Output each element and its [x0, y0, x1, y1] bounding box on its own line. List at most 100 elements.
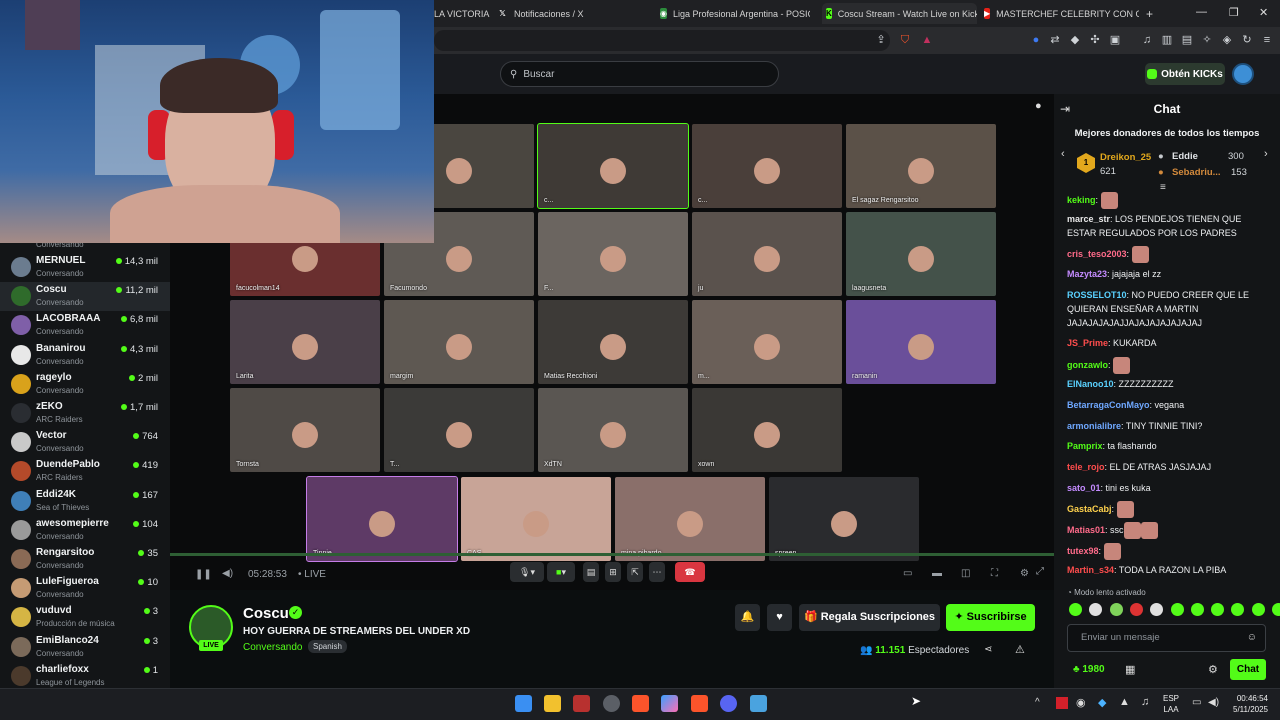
masterchef-app-icon[interactable] [573, 695, 590, 712]
present-button[interactable]: ⇱ [627, 562, 643, 582]
call-participant-tile[interactable]: El sagaz Rengarsitoo [846, 124, 996, 208]
chevron-up-icon[interactable]: ^ [1035, 697, 1040, 708]
screenshot-icon[interactable]: ▣ [1108, 33, 1122, 47]
tray-app-icon[interactable] [1056, 697, 1068, 709]
brave-shield-icon[interactable]: ⛉ [898, 33, 912, 47]
tray-nvidia-icon[interactable]: ▲ [1119, 696, 1130, 708]
more-options-button[interactable]: ⋯ [649, 562, 665, 582]
report-icon[interactable]: ⚠ [1015, 643, 1025, 656]
quick-emote-icon[interactable] [1170, 603, 1184, 616]
sidebar-channel[interactable]: LuleFigueroa Conversando 10 [0, 574, 170, 603]
music-icon[interactable]: ♫ [1140, 33, 1154, 47]
language-tag[interactable]: Spanish [308, 640, 347, 653]
tray-mic-icon[interactable]: ♫ [1141, 696, 1149, 708]
puzzle-icon[interactable]: ✣ [1088, 33, 1102, 47]
quick-emote-icon[interactable] [1251, 603, 1265, 616]
call-participant-tile[interactable]: ju [692, 212, 842, 296]
chat-bubble-icon[interactable]: ● [1035, 100, 1042, 112]
chat-username[interactable]: gonzawlo [1067, 360, 1108, 370]
network-icon[interactable]: ▭ [1192, 697, 1201, 708]
sync-icon[interactable]: ↻ [1240, 33, 1254, 47]
chat-message-input[interactable]: Enviar un mensaje ☺ [1067, 624, 1266, 652]
close-icon[interactable]: ✕ [1259, 6, 1268, 19]
chat-username[interactable]: ROSSELOT10 [1067, 290, 1127, 300]
quick-emote-icon[interactable] [1069, 603, 1082, 616]
extension-diamond-icon[interactable]: ◆ [1068, 33, 1082, 47]
donor-name[interactable]: Eddie [1172, 151, 1198, 162]
chat-username[interactable]: tutex98 [1067, 546, 1099, 556]
tab-coscu-stream[interactable]: K Coscu Stream - Watch Live on Kick [822, 3, 977, 24]
sidebar-channel[interactable]: Bananirou Conversando 4,3 mil [0, 341, 170, 370]
chat-username[interactable]: Matias01 [1067, 525, 1105, 535]
call-participant-tile[interactable]: mina pibardo [615, 477, 765, 561]
volume-tray-icon[interactable]: ◀) [1208, 697, 1219, 708]
chat-username[interactable]: keking [1067, 195, 1096, 205]
notepad-icon[interactable] [750, 695, 767, 712]
brave-browser-icon[interactable] [632, 695, 649, 712]
sidebar-channel[interactable]: Vector Conversando 764 [0, 428, 170, 457]
get-kicks-button[interactable]: Obtén KICKs [1145, 63, 1225, 85]
sidebar-channel[interactable]: DuendePablo ARC Raiders 419 [0, 457, 170, 486]
call-participant-tile[interactable]: CAS [461, 477, 611, 561]
sidebar-channel[interactable]: LACOBRAAA Conversando 6,8 mil [0, 311, 170, 340]
chat-send-button[interactable]: Chat [1230, 659, 1266, 680]
brave-browser-2-icon[interactable] [691, 695, 708, 712]
captions-button[interactable]: ▤ [583, 562, 599, 582]
sidebar-channel[interactable]: EmiBlanco24 Conversando 3 [0, 633, 170, 662]
search-input[interactable]: ⚲ Buscar [500, 61, 779, 87]
tray-app2-icon[interactable]: ◆ [1098, 696, 1106, 709]
streamer-name[interactable]: Coscu [243, 605, 289, 622]
channel-points[interactable]: ♣ 1980 [1073, 664, 1105, 675]
sidebar-channel[interactable]: vuduvd Producción de música 3 [0, 603, 170, 632]
chevron-left-icon[interactable]: ‹ [1061, 148, 1065, 160]
call-participant-tile[interactable]: spreen [769, 477, 919, 561]
call-participant-tile[interactable]: c... [537, 123, 689, 209]
sidebar-channel[interactable]: MERNUEL Conversando 14,3 mil [0, 253, 170, 282]
quick-emote-icon[interactable] [1211, 603, 1225, 616]
emoji-picker-icon[interactable]: ☺ [1247, 625, 1257, 651]
call-participant-tile[interactable]: ramanin [846, 300, 996, 384]
chat-username[interactable]: marce_str [1067, 214, 1110, 224]
extension-blue-icon[interactable]: ● [1029, 33, 1043, 47]
chat-username[interactable]: ElNanoo10 [1067, 379, 1114, 389]
system-clock[interactable]: 00:46:54 5/11/2025 [1226, 693, 1268, 715]
chat-username[interactable]: BetarragaConMayo [1067, 400, 1150, 410]
sidebar-channel[interactable]: Rengarsitoo Conversando 35 [0, 545, 170, 574]
sidebar-channel[interactable]: rageylo Conversando 2 mil [0, 370, 170, 399]
volume-icon[interactable]: ◀) [222, 568, 233, 579]
chat-username[interactable]: Martin_s34 [1067, 565, 1114, 575]
leo-icon[interactable]: ✧ [1200, 33, 1214, 47]
quick-emote-icon[interactable] [1190, 603, 1204, 616]
theater-icon[interactable]: ▬ [932, 568, 942, 579]
call-participant-tile[interactable]: laagusneta [846, 212, 996, 296]
notifications-button[interactable]: 🔔 [735, 604, 760, 631]
follow-button[interactable]: ♥ [767, 604, 792, 631]
call-participant-tile[interactable]: XdTN [538, 388, 688, 472]
quick-emote-icon[interactable] [1129, 603, 1143, 616]
settings-icon[interactable]: ⚙ [1020, 568, 1029, 579]
maximize-icon[interactable]: ❐ [1229, 6, 1239, 19]
windows-start-icon[interactable] [515, 695, 532, 712]
input-language[interactable]: ESP LAA [1163, 693, 1179, 715]
url-field[interactable] [434, 30, 890, 51]
end-call-button[interactable]: ☎ [675, 562, 705, 582]
call-participant-tile[interactable]: T... [384, 388, 534, 472]
call-participant-tile[interactable]: Matias Recchioni [538, 300, 688, 384]
tab-liga-profesional[interactable]: ◉ Liga Profesional Argentina - POSICIO [660, 3, 810, 24]
quick-emote-icon[interactable] [1272, 603, 1280, 616]
subscribe-button[interactable]: ✦ Suscribirse [946, 604, 1035, 631]
chat-username[interactable]: armonialibre [1067, 421, 1121, 431]
fullscreen-icon[interactable]: ⛶ [991, 568, 998, 579]
vpn-icon[interactable]: ◈ [1220, 33, 1234, 47]
tab-la-victoria[interactable]: LA VICTORIA [434, 3, 494, 24]
obs-icon[interactable] [603, 695, 620, 712]
wallet-icon[interactable]: ▤ [1180, 33, 1194, 47]
expand-icon[interactable]: ⤢ [1036, 566, 1044, 577]
new-tab-button[interactable]: + [1146, 3, 1158, 24]
share-icon[interactable]: ⋖ [984, 644, 992, 655]
chat-username[interactable]: Pamprix [1067, 441, 1103, 451]
chat-username[interactable]: cris_teso2003 [1067, 249, 1127, 259]
camera-button[interactable]: ■▾ [547, 562, 575, 582]
store-icon[interactable]: ▦ [1125, 663, 1135, 676]
chat-username[interactable]: tele_rojo [1067, 462, 1105, 472]
